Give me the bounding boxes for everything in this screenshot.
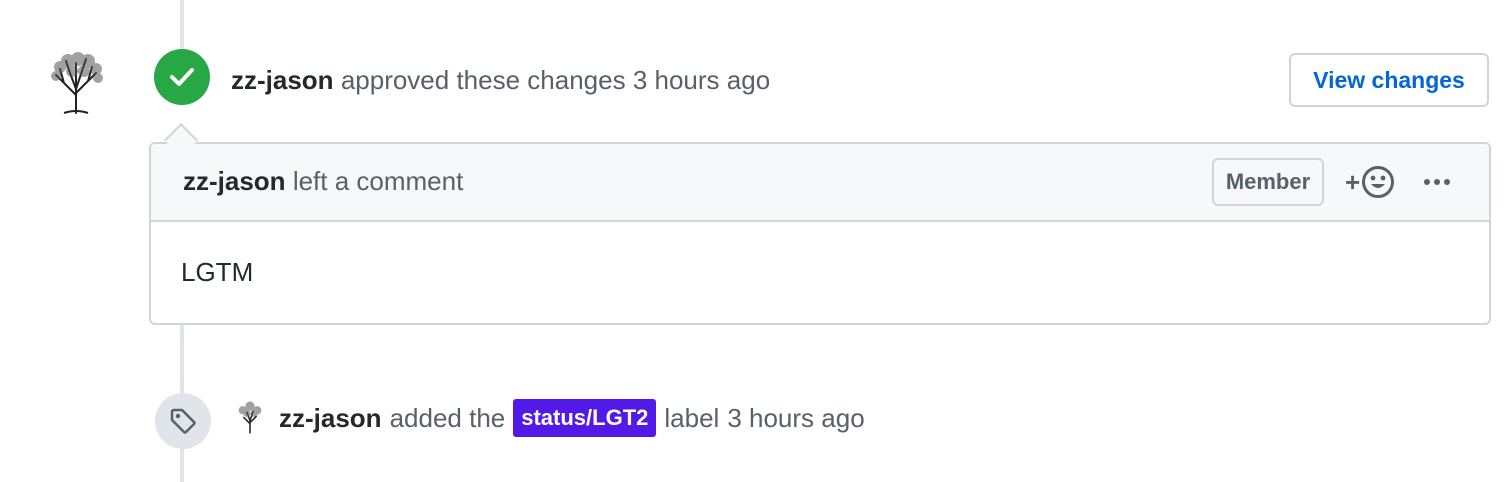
- smiley-icon: [1362, 166, 1395, 198]
- check-icon: [170, 68, 194, 86]
- comment-options-button[interactable]: [1421, 166, 1453, 198]
- member-role-badge: Member: [1212, 158, 1324, 206]
- comment-body: LGTM: [181, 257, 254, 287]
- event-author-link[interactable]: zz-jason: [279, 403, 382, 434]
- label-event-line: zz-jason added the status/LGT2 label 3 h…: [233, 398, 865, 438]
- add-reaction-button[interactable]: +: [1345, 164, 1395, 200]
- comment-box: zz-jason left a comment Member + LGTM: [149, 142, 1491, 325]
- timeline-line-middle: [180, 325, 184, 393]
- comment-action-text: left a comment: [292, 166, 464, 196]
- comment-header-text: zz-jason left a comment: [183, 163, 463, 199]
- review-header: zz-jason approved these changes 3 hours …: [231, 62, 770, 98]
- timeline-line-top: [180, 0, 184, 49]
- event-action-text: added the: [389, 402, 506, 433]
- tag-icon: [170, 408, 196, 434]
- author-avatar[interactable]: [44, 49, 108, 119]
- tree-avatar-image-small: [238, 401, 262, 434]
- review-author-link[interactable]: zz-jason: [231, 65, 334, 95]
- event-author-avatar[interactable]: [233, 399, 267, 437]
- tree-avatar-image: [51, 52, 103, 114]
- label-pill-status-lgt2[interactable]: status/LGT2: [513, 399, 657, 437]
- event-suffix-text: label: [664, 402, 720, 433]
- approved-badge: [154, 49, 210, 105]
- review-time-link[interactable]: 3 hours ago: [633, 65, 770, 95]
- plus-icon: +: [1345, 167, 1361, 197]
- kebab-horizontal-icon: [1424, 179, 1450, 185]
- timeline-line-bottom: [180, 449, 184, 482]
- review-action-text: approved these changes: [340, 65, 626, 95]
- label-event-badge: [155, 393, 211, 449]
- comment-header: zz-jason left a comment Member +: [151, 144, 1489, 222]
- view-changes-button[interactable]: View changes: [1289, 53, 1489, 107]
- event-time-link[interactable]: 3 hours ago: [727, 403, 864, 434]
- comment-author-link[interactable]: zz-jason: [183, 166, 286, 196]
